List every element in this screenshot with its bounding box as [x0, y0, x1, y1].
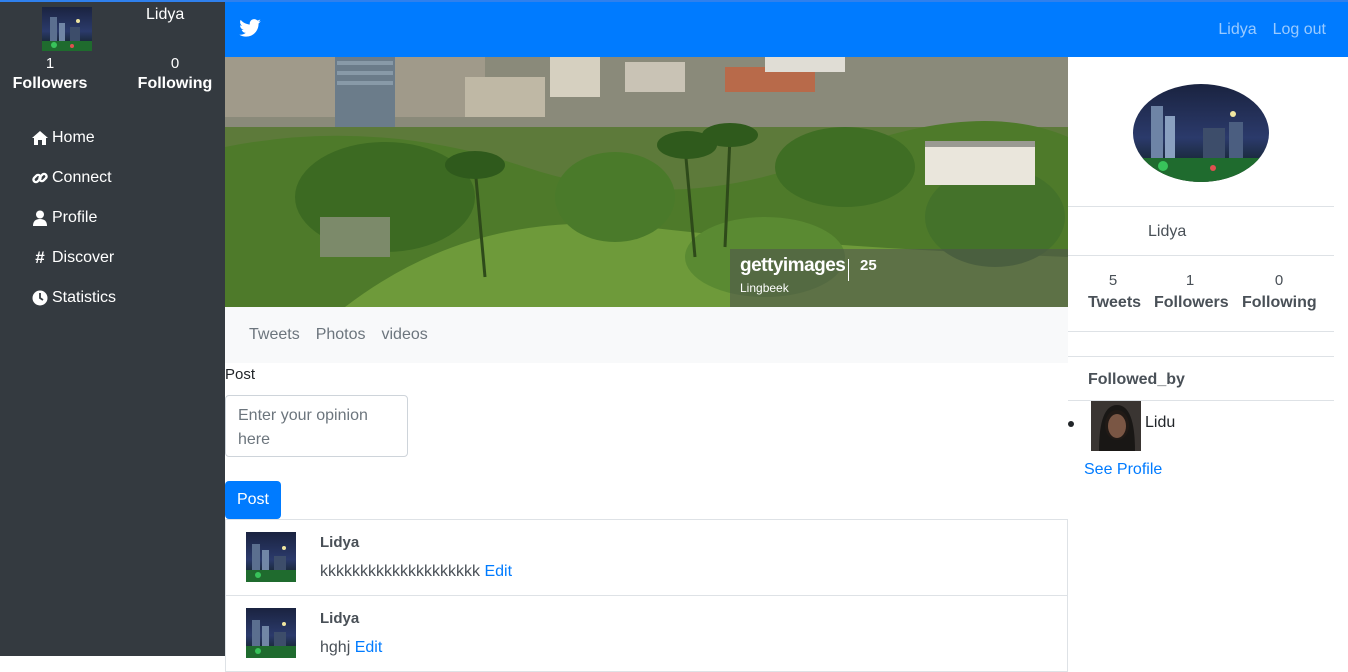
- post-button[interactable]: Post: [225, 481, 281, 519]
- watermark-credit: Lingbeek: [740, 281, 789, 295]
- tweet-body: hghj: [320, 639, 351, 656]
- sidebar-top-line: [0, 0, 225, 2]
- tab-videos[interactable]: videos: [374, 326, 436, 344]
- logout-link[interactable]: Log out: [1273, 21, 1326, 39]
- edit-link[interactable]: Edit: [355, 639, 383, 656]
- topnav-links: Lidya Log out: [1218, 21, 1326, 39]
- watermark-brand: gettyimages: [740, 255, 846, 276]
- tweet-body: kkkkkkkkkkkkkkkkkkkk: [320, 563, 480, 580]
- tweet-author: Lidya: [320, 534, 360, 551]
- twitter-bird-icon[interactable]: [239, 19, 263, 41]
- followed-by-heading: Followed_by: [1088, 371, 1185, 388]
- see-profile-link[interactable]: See Profile: [1084, 461, 1162, 479]
- stat-followers[interactable]: 1 Followers: [1154, 272, 1229, 312]
- divider: [1068, 331, 1334, 332]
- avatar[interactable]: [42, 7, 92, 51]
- watermark-divider: [848, 259, 849, 281]
- sidebar-item-connect[interactable]: Connect: [30, 158, 116, 198]
- stat-label: Tweets: [1088, 294, 1142, 311]
- sidebar-item-home[interactable]: Home: [30, 118, 116, 158]
- sidebar-following[interactable]: 0 Following: [125, 55, 225, 93]
- followers-label: Followers: [12, 75, 88, 92]
- list-bullet: [1068, 421, 1074, 427]
- profile-tabs: Tweets Photos videos: [225, 307, 1068, 363]
- tweet-text: hghj Edit: [320, 639, 382, 657]
- divider: [1068, 356, 1334, 357]
- getty-watermark: gettyimages 25 Lingbeek: [730, 249, 1068, 307]
- stat-value: 1: [1185, 272, 1195, 289]
- profile-name: Lidya: [1148, 223, 1187, 240]
- divider: [1068, 255, 1334, 256]
- clock-icon: [30, 289, 50, 307]
- followers-count: 1: [45, 55, 55, 72]
- sidebar-item-label: Discover: [52, 249, 115, 266]
- tweet-author: Lidya: [320, 610, 360, 627]
- stat-value: 5: [1108, 272, 1118, 289]
- tweet-text: kkkkkkkkkkkkkkkkkkkk Edit: [320, 563, 512, 581]
- cover-banner-image: gettyimages 25 Lingbeek: [225, 57, 1068, 307]
- stat-label: Following: [1242, 294, 1317, 311]
- sidebar-item-discover[interactable]: # Discover: [30, 238, 116, 278]
- sidebar-nav: Home Connect Profile # Discover Statisti…: [30, 118, 116, 318]
- tweet-avatar[interactable]: [246, 532, 296, 582]
- sidebar-item-label: Statistics: [52, 289, 117, 306]
- sidebar-item-label: Profile: [52, 209, 98, 226]
- user-link[interactable]: Lidya: [1218, 21, 1256, 39]
- follower-avatar[interactable]: [1091, 401, 1141, 451]
- stat-tweets[interactable]: 5 Tweets: [1088, 272, 1142, 312]
- sidebar-item-label: Home: [52, 129, 95, 146]
- tweet-list: Lidya kkkkkkkkkkkkkkkkkkkk Edit Lidya hg…: [225, 519, 1068, 672]
- stat-value: 0: [1274, 272, 1284, 289]
- stat-following[interactable]: 0 Following: [1242, 272, 1317, 312]
- hashtag-icon: #: [35, 248, 45, 267]
- tab-photos[interactable]: Photos: [308, 326, 374, 344]
- edit-link[interactable]: Edit: [484, 563, 512, 580]
- sidebar-item-statistics[interactable]: Statistics: [30, 278, 116, 318]
- watermark-badge: 25: [860, 257, 877, 274]
- post-label: Post: [225, 366, 256, 383]
- sidebar-username: Lidya: [146, 6, 185, 23]
- following-count: 0: [170, 55, 180, 72]
- follower-name[interactable]: Lidu: [1145, 414, 1175, 432]
- top-navbar: Lidya Log out: [225, 0, 1348, 57]
- home-icon: [30, 129, 50, 147]
- profile-avatar[interactable]: [1133, 84, 1269, 182]
- sidebar-item-profile[interactable]: Profile: [30, 198, 116, 238]
- following-label: Following: [137, 75, 213, 92]
- tweet-item: Lidya hghj Edit: [226, 596, 1067, 672]
- divider: [1068, 206, 1334, 207]
- stat-label: Followers: [1154, 294, 1229, 311]
- sidebar-followers[interactable]: 1 Followers: [0, 55, 100, 93]
- tab-tweets[interactable]: Tweets: [241, 326, 308, 344]
- link-icon: [30, 169, 50, 187]
- post-textarea[interactable]: Enter your opinion here: [225, 395, 408, 457]
- user-icon: [30, 209, 50, 227]
- sidebar-item-label: Connect: [52, 169, 112, 186]
- tweet-item: Lidya kkkkkkkkkkkkkkkkkkkk Edit: [226, 520, 1067, 596]
- left-sidebar: Lidya 1 Followers 0 Following Home Conne…: [0, 0, 225, 656]
- tweet-avatar[interactable]: [246, 608, 296, 658]
